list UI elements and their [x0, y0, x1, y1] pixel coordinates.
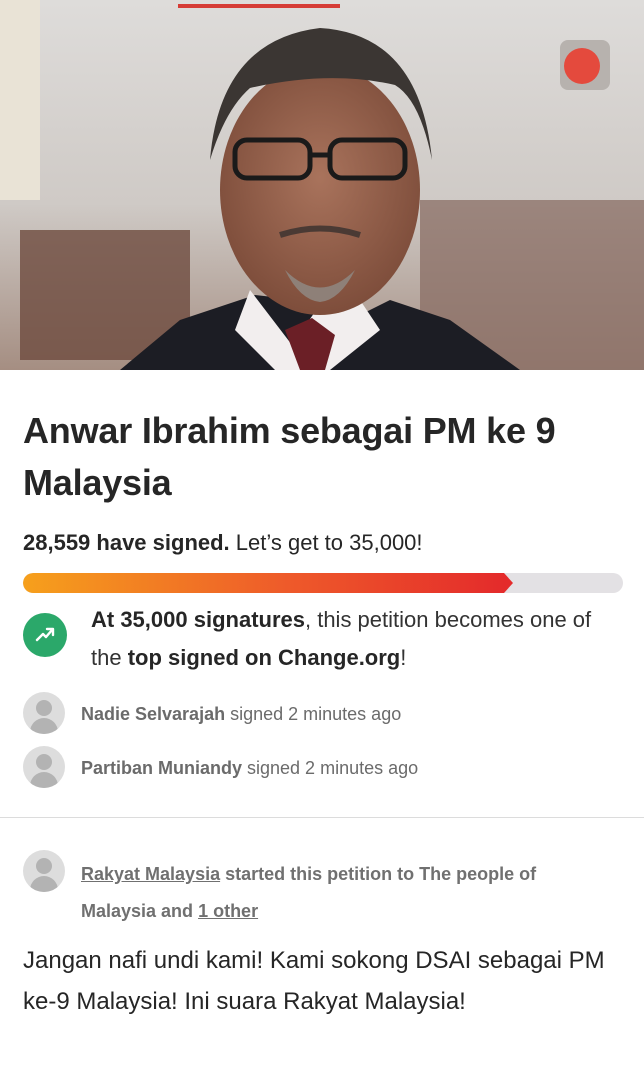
starter-text: Rakyat Malaysia started this petition to…: [81, 856, 581, 930]
milestone-text-2: !: [400, 645, 407, 670]
milestone-message: At 35,000 signatures, this petition beco…: [91, 601, 626, 677]
signer-action: signed 2 minutes ago: [225, 704, 402, 724]
petition-title: Anwar Ibrahim sebagai PM ke 9 Malaysia: [23, 410, 556, 503]
milestone-bold-1: At 35,000 signatures: [91, 607, 305, 632]
recent-signer-text: Partiban Muniandy signed 2 minutes ago: [81, 756, 418, 780]
signer-action: signed 2 minutes ago: [242, 758, 419, 778]
recent-signer: Partiban Muniandy signed 2 minutes ago: [23, 746, 623, 790]
signer-name: Partiban Muniandy: [81, 758, 243, 778]
avatar-placeholder-icon: [23, 850, 65, 892]
recent-signer-text: Nadie Selvarajah signed 2 minutes ago: [81, 702, 401, 726]
trending-up-icon: [23, 613, 67, 657]
progress-bar-fill: [23, 573, 504, 593]
petition-starter: Rakyat Malaysia started this petition to…: [23, 850, 623, 930]
progress-bar-tip: [504, 573, 513, 593]
starter-others-link[interactable]: 1 other: [198, 901, 258, 921]
avatar-placeholder-icon: [23, 746, 65, 788]
portrait-image: [0, 0, 644, 370]
signature-progress-text: 28,559 have signed. Let’s get to 35,000!: [23, 529, 423, 557]
petition-photo: [0, 0, 644, 370]
signature-progress-bar: [23, 573, 623, 593]
signed-count: 28,559 have signed.: [23, 530, 230, 555]
milestone-bold-2: top signed on Change.org: [127, 645, 401, 670]
recent-signer: Nadie Selvarajah signed 2 minutes ago: [23, 692, 623, 736]
avatar-placeholder-icon: [23, 692, 65, 734]
petition-description: Jangan nafi undi kami! Kami sokong DSAI …: [23, 947, 605, 1015]
signer-name: Nadie Selvarajah: [81, 704, 226, 724]
section-divider: [0, 817, 644, 818]
starter-name-link[interactable]: Rakyat Malaysia: [81, 864, 220, 884]
signature-goal: Let’s get to 35,000!: [229, 530, 423, 555]
hero-accent-bar: [178, 4, 340, 8]
